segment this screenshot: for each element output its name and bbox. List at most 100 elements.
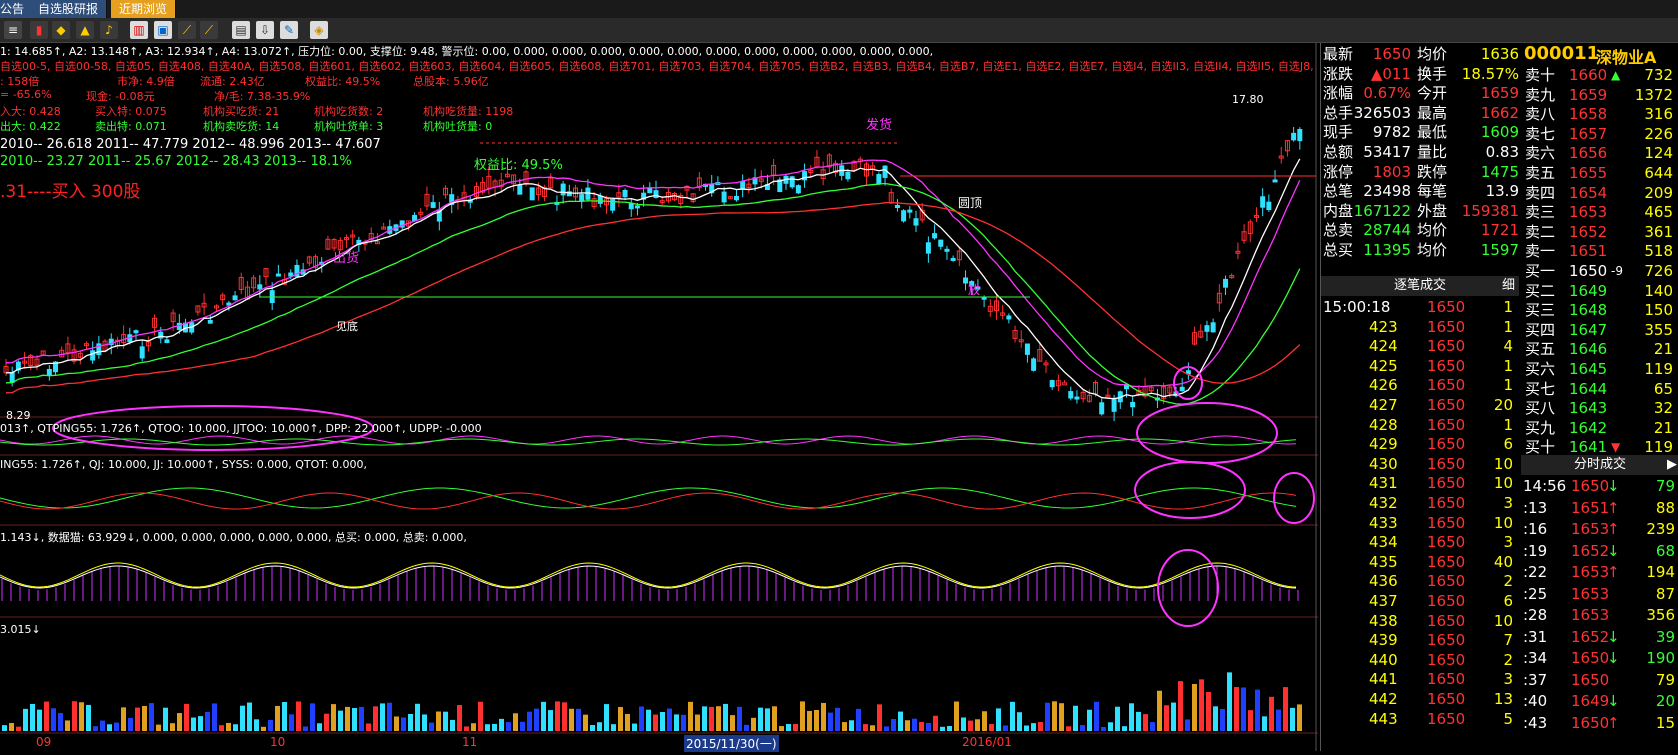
- volume-bar: [877, 704, 882, 731]
- quote-label: 总买: [1323, 241, 1354, 259]
- quote-label: 总卖: [1323, 221, 1354, 240]
- volume-bar: [240, 705, 245, 731]
- orderbook-volume: 119: [1644, 360, 1673, 378]
- diamond-icon[interactable]: ◈: [310, 21, 328, 39]
- orderbook-row[interactable]: 卖六 1656 124: [1525, 143, 1678, 164]
- equity-ratio-overlay: 权益比: 49.5%: [474, 158, 563, 173]
- minute-price: 1650: [1571, 713, 1610, 732]
- tick-id: 426: [1369, 376, 1398, 395]
- tick-price: 1650: [1427, 690, 1466, 708]
- volume-bar: [926, 723, 931, 731]
- draw-angle-icon[interactable]: ⟋: [200, 21, 218, 39]
- volume-bar: [492, 723, 497, 731]
- tick-id: 429: [1369, 435, 1398, 454]
- download-icon[interactable]: ⇩: [256, 21, 274, 39]
- quote-value: 1475: [1480, 162, 1519, 181]
- volume-bar: [807, 710, 812, 731]
- indicator-icon[interactable]: ▮: [30, 21, 48, 39]
- orderbook-row[interactable]: 买二 1649 140: [1525, 281, 1678, 302]
- orderbook-row[interactable]: 卖五 1655 644: [1525, 163, 1678, 184]
- orderbook-row[interactable]: 买五 1646 21: [1525, 339, 1678, 360]
- volume-bar: [282, 701, 287, 731]
- quote-label: 均价: [1417, 221, 1448, 240]
- quote-row: 内盘 167122 外盘 159381: [1321, 201, 1521, 222]
- orderbook-row[interactable]: 卖十 1660 ▲ 732: [1525, 65, 1678, 86]
- flag-icon[interactable]: ▲: [76, 21, 94, 39]
- tick-detail-tab[interactable]: 细: [1502, 276, 1515, 296]
- orderbook-level: 卖八: [1525, 105, 1556, 124]
- candle-body: [721, 191, 727, 203]
- tab-announcements[interactable]: 公告: [0, 0, 34, 18]
- warning-icon[interactable]: ◆: [52, 21, 70, 39]
- draw-line-icon[interactable]: ⟋: [178, 21, 196, 39]
- candle-body: [894, 205, 900, 209]
- ma-values: 1: 14.685↑, A2: 13.148↑, A3: 12.934↑, A4…: [0, 45, 934, 58]
- quote-label: 今开: [1417, 84, 1448, 103]
- tab-recent-browse[interactable]: 近期浏览: [111, 0, 177, 18]
- candle-body: [944, 248, 950, 252]
- volume-bar: [114, 722, 119, 731]
- orderbook-row[interactable]: 卖四 1654 209: [1525, 183, 1678, 204]
- orderbook-row[interactable]: 买三 1648 150: [1525, 300, 1678, 321]
- volume-bar: [1283, 687, 1288, 731]
- kline-icon[interactable]: ▥: [130, 21, 148, 39]
- tick-row: 427 1650 20: [1321, 395, 1519, 416]
- orderbook-level: 买三: [1525, 301, 1556, 320]
- quote-label: 均价: [1417, 45, 1448, 63]
- minute-time: :13: [1523, 498, 1548, 517]
- chart-tool-icon[interactable]: ✎: [280, 21, 298, 39]
- candle-body: [795, 185, 801, 194]
- orderbook-row[interactable]: 卖七 1657 226: [1525, 124, 1678, 145]
- orderbook-row[interactable]: 买六 1645 119: [1525, 359, 1678, 380]
- volume-bar: [898, 711, 903, 731]
- kline-chart-area[interactable]: 1: 14.685↑, A2: 13.148↑, A3: 12.934↑, A4…: [0, 43, 1318, 752]
- quote-value: 0.83: [1485, 143, 1519, 161]
- image-icon[interactable]: ▣: [154, 21, 172, 39]
- orderbook-row[interactable]: 买四 1647 355: [1525, 320, 1678, 341]
- tick-price: 1650: [1427, 337, 1466, 356]
- signal-yuanding: 圆顶: [958, 196, 983, 210]
- candle-body: [207, 319, 213, 324]
- volume-bar: [611, 724, 616, 731]
- volume-bar: [443, 711, 448, 731]
- menu-icon[interactable]: ≡: [4, 21, 22, 39]
- volume-bar: [86, 704, 91, 731]
- orderbook-row[interactable]: 卖九 1659 1372: [1525, 85, 1678, 106]
- volume-bar: [1010, 701, 1015, 731]
- minute-volume: 15: [1655, 713, 1675, 732]
- quote-value: ▲011: [1370, 64, 1411, 83]
- price-high-label: 17.80: [1232, 93, 1264, 106]
- bell-icon[interactable]: ♪: [100, 21, 118, 39]
- growth-label: = -65.6%: [0, 88, 52, 101]
- tick-row: 438 1650 10: [1321, 611, 1519, 632]
- orderbook-row[interactable]: 买七 1644 65: [1525, 379, 1678, 400]
- orderbook-row[interactable]: 买一 1650 -9 726: [1525, 261, 1678, 282]
- orderbook-level: 买九: [1525, 418, 1556, 437]
- orderbook-volume: 65: [1653, 379, 1673, 398]
- quote-value: 53417: [1363, 143, 1411, 161]
- inst-buy-vol-label: 机构吃货量: 1198: [423, 105, 514, 118]
- big-sell-label: 出大: 0.422: [0, 120, 61, 133]
- volume-bar: [485, 724, 490, 731]
- orderbook-row[interactable]: 卖三 1653 465: [1525, 202, 1678, 223]
- table-icon[interactable]: ▤: [232, 21, 250, 39]
- orderbook-row[interactable]: 卖一 1651 518: [1525, 241, 1678, 262]
- orderbook-volume: 21: [1653, 418, 1673, 437]
- candle-body: [1099, 402, 1105, 415]
- expand-arrow-icon[interactable]: ▶: [1667, 455, 1677, 475]
- tick-price: 1650: [1427, 572, 1466, 591]
- orderbook-row[interactable]: 卖八 1658 316: [1525, 104, 1678, 125]
- volume-bar: [16, 726, 21, 731]
- volume-bar: [765, 708, 770, 731]
- volume-bar: [709, 706, 714, 731]
- orderbook-row[interactable]: 卖二 1652 361: [1525, 222, 1678, 243]
- volume-bar: [541, 701, 546, 731]
- volume-bar: [884, 726, 889, 731]
- volume-bar: [1136, 711, 1141, 731]
- tab-watchlist-research[interactable]: 自选股研报: [30, 0, 108, 18]
- orderbook-row[interactable]: 买八 1643 32: [1525, 398, 1678, 419]
- tick-price: 1650: [1427, 435, 1466, 454]
- minute-price: 1651: [1571, 498, 1610, 517]
- orderbook-row[interactable]: 买九 1642 21: [1525, 418, 1678, 439]
- tick-volume: 6: [1503, 435, 1513, 454]
